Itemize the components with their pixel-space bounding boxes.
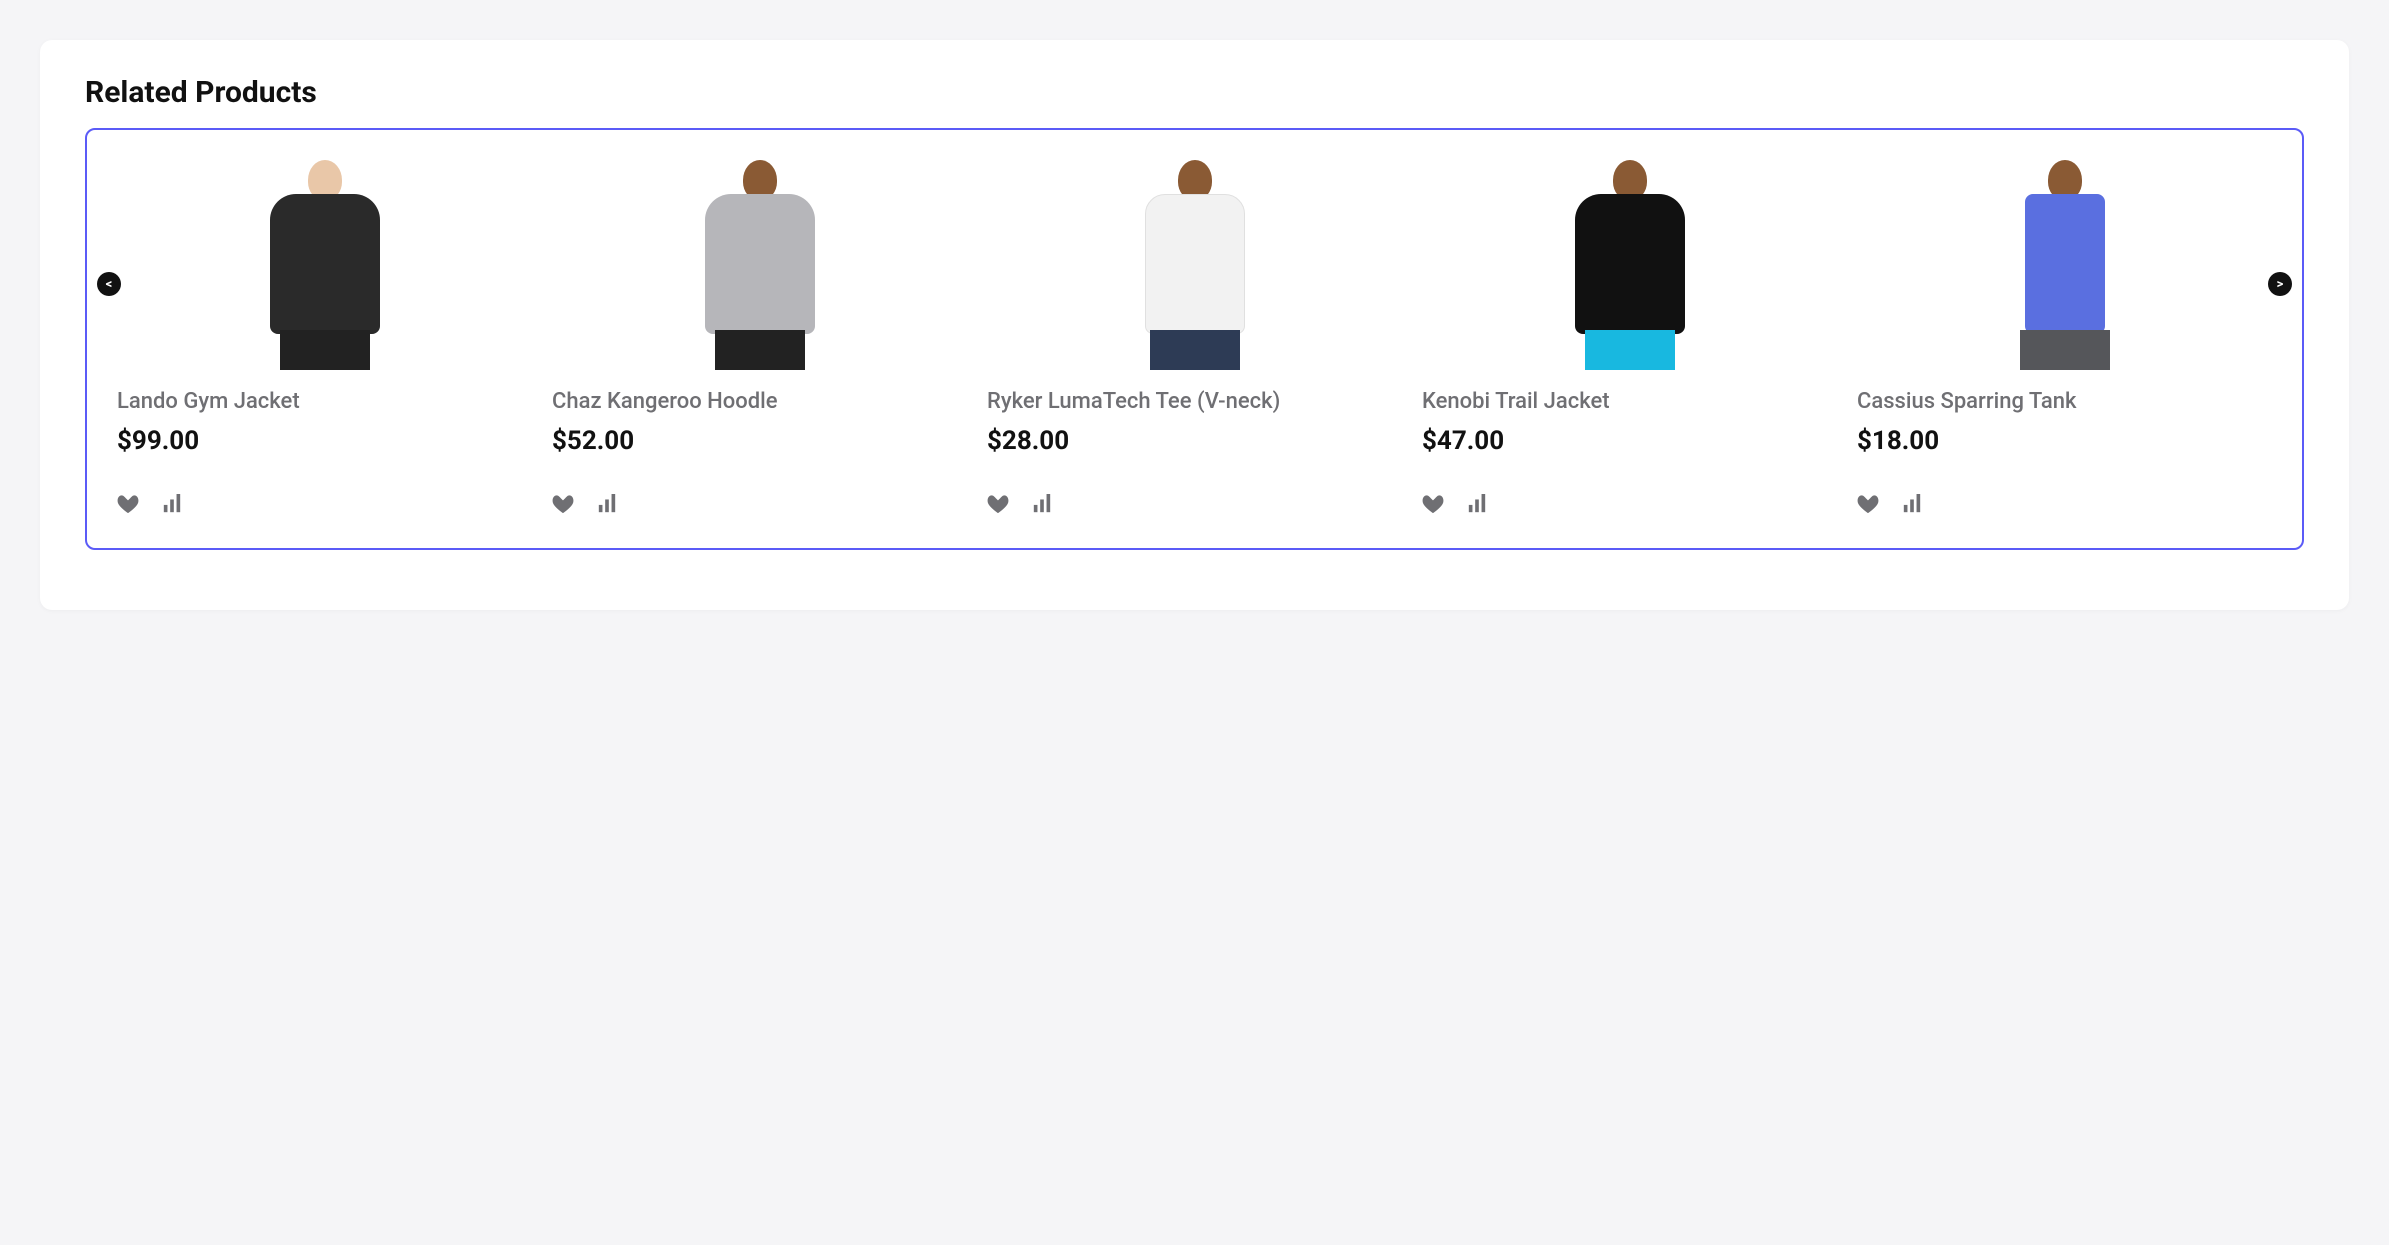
product-actions (1422, 494, 1837, 518)
product-image[interactable] (1857, 150, 2272, 370)
carousel-prev-button[interactable]: < (97, 272, 121, 296)
carousel-next-button[interactable]: > (2268, 272, 2292, 296)
product-actions (987, 494, 1402, 518)
compare-icon[interactable] (1466, 494, 1488, 518)
section-title: Related Products (85, 75, 2304, 110)
product-price: $52.00 (552, 426, 967, 456)
product-card[interactable]: Cassius Sparring Tank $18.00 (1857, 150, 2272, 518)
compare-icon[interactable] (161, 494, 183, 518)
product-name[interactable]: Kenobi Trail Jacket (1422, 388, 1837, 416)
product-image[interactable] (1422, 150, 1837, 370)
compare-icon[interactable] (596, 494, 618, 518)
product-card[interactable]: Lando Gym Jacket $99.00 (117, 150, 532, 518)
product-card[interactable]: Kenobi Trail Jacket $47.00 (1422, 150, 1837, 518)
product-image[interactable] (552, 150, 967, 370)
wishlist-icon[interactable] (987, 494, 1009, 518)
product-actions (552, 494, 967, 518)
product-image[interactable] (117, 150, 532, 370)
compare-icon[interactable] (1031, 494, 1053, 518)
product-name[interactable]: Cassius Sparring Tank (1857, 388, 2272, 416)
product-price: $18.00 (1857, 426, 2272, 456)
product-list: Lando Gym Jacket $99.00 (117, 150, 2272, 518)
product-price: $28.00 (987, 426, 1402, 456)
compare-icon[interactable] (1901, 494, 1923, 518)
wishlist-icon[interactable] (117, 494, 139, 518)
related-products-panel: Related Products < > Lando Gym Jacket $9… (40, 40, 2349, 610)
wishlist-icon[interactable] (1857, 494, 1879, 518)
product-name[interactable]: Lando Gym Jacket (117, 388, 532, 416)
product-card[interactable]: Chaz Kangeroo Hoodle $52.00 (552, 150, 967, 518)
product-actions (117, 494, 532, 518)
product-image[interactable] (987, 150, 1402, 370)
wishlist-icon[interactable] (1422, 494, 1444, 518)
product-carousel: < > Lando Gym Jacket $99.00 (85, 128, 2304, 550)
product-card[interactable]: Ryker LumaTech Tee (V-neck) $28.00 (987, 150, 1402, 518)
product-price: $99.00 (117, 426, 532, 456)
product-actions (1857, 494, 2272, 518)
wishlist-icon[interactable] (552, 494, 574, 518)
product-name[interactable]: Ryker LumaTech Tee (V-neck) (987, 388, 1402, 416)
product-name[interactable]: Chaz Kangeroo Hoodle (552, 388, 967, 416)
product-price: $47.00 (1422, 426, 1837, 456)
